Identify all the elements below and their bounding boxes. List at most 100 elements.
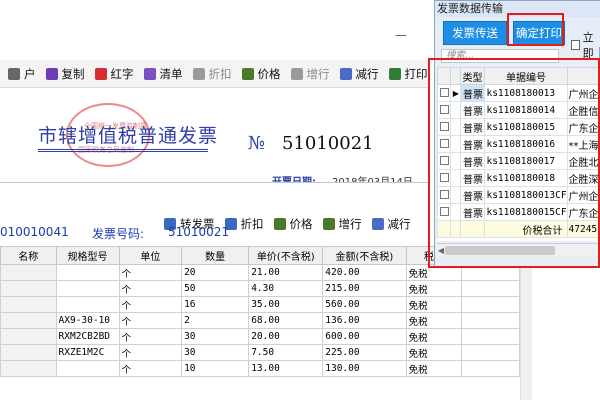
- table-cell: AX9-30-10: [55, 312, 120, 329]
- column-header[interactable]: 数量: [181, 246, 250, 265]
- table-cell: [0, 360, 57, 377]
- toolbar-item-label: 红字: [110, 66, 134, 81]
- toolbar-item-label: 减行: [387, 217, 411, 231]
- table-cell: [0, 264, 57, 281]
- table-cell: 560.00: [322, 296, 407, 313]
- send-invoice-button[interactable]: 发票传送: [443, 21, 507, 45]
- table-cell: [55, 360, 120, 377]
- table-cell: [461, 312, 520, 329]
- table-cell: 21.00: [248, 264, 324, 281]
- title-underline: [38, 149, 208, 152]
- price-icon: [273, 218, 286, 230]
- table-row[interactable]: 个 16 35.00 560.00 免税: [0, 296, 520, 313]
- toolbar-item-copy[interactable]: 复制: [42, 63, 89, 85]
- price-icon: [241, 67, 254, 80]
- invoice-title: 市辖增值税普通发票: [38, 125, 219, 147]
- toolbar-item-remove-row[interactable]: 减行: [336, 63, 383, 85]
- table-cell: 50: [181, 280, 250, 297]
- column-header[interactable]: 金额(不含税): [322, 246, 407, 265]
- invoice-code-value: 010010041: [0, 225, 69, 239]
- table-cell: 个: [118, 328, 183, 345]
- toolbar-item-label: 清单: [159, 66, 183, 81]
- table-cell: [461, 328, 520, 345]
- table-cell: [0, 296, 57, 313]
- table-cell: [0, 312, 57, 329]
- table-cell: 215.00: [322, 280, 407, 297]
- table-cell: [0, 344, 57, 361]
- table-cell: 30: [181, 344, 250, 361]
- table-cell: [0, 280, 57, 297]
- table-cell: 68.00: [248, 312, 324, 329]
- toolbar-item-label: 价格: [289, 217, 313, 231]
- immediate-checkbox[interactable]: 立即: [571, 29, 600, 61]
- table-cell: [55, 264, 120, 281]
- remove-row-icon: [371, 218, 384, 230]
- toolbar-item-label: 减行: [355, 66, 379, 81]
- table-cell: 30: [181, 328, 250, 345]
- table-cell: 225.00: [322, 344, 407, 361]
- table-cell: 13.00: [248, 360, 324, 377]
- table-cell: [461, 296, 520, 313]
- print-icon: [388, 67, 401, 80]
- discount-icon: [192, 67, 205, 80]
- table-row[interactable]: RXZE1M2C 个 30 7.50 225.00 免税: [0, 344, 520, 361]
- immediate-checkbox-label: 立即: [582, 31, 594, 60]
- toolbar-item-print[interactable]: 打印: [385, 63, 432, 85]
- table-cell: RXM2CB2BD: [55, 328, 120, 345]
- table-cell: 7.50: [248, 344, 324, 361]
- checkbox-box[interactable]: [571, 40, 580, 50]
- toolbar-item-person[interactable]: 户: [4, 63, 40, 85]
- table-cell: 免税: [405, 360, 463, 377]
- table-cell: [55, 280, 120, 297]
- table-row[interactable]: RXM2CB2BD 个 30 20.00 600.00 免税: [0, 328, 520, 345]
- list-icon: [143, 67, 156, 80]
- toolbar-item-label: 打印: [404, 66, 428, 81]
- person-icon: [8, 67, 20, 80]
- column-header[interactable]: 单价(不含税): [248, 246, 324, 265]
- toolbar-item-remove-row[interactable]: 减行: [368, 213, 415, 235]
- table-cell: 20: [181, 264, 250, 281]
- toolbar-item-price[interactable]: 价格: [270, 213, 317, 235]
- table-row[interactable]: AX9-30-10 个 2 68.00 136.00 免税: [0, 312, 520, 329]
- toolbar-item-label: 增行: [306, 66, 330, 81]
- copy-icon: [45, 67, 58, 80]
- table-row[interactable]: 个 50 4.30 215.00 免税: [0, 280, 520, 297]
- column-header[interactable]: 名称: [0, 246, 57, 265]
- table-cell: 136.00: [322, 312, 407, 329]
- table-cell: 免税: [405, 296, 463, 313]
- toolbar-item-discount[interactable]: 折扣: [189, 63, 236, 85]
- toolbar-item-label: 复制: [61, 66, 85, 81]
- table-row[interactable]: 个 10 13.00 130.00 免税: [0, 360, 520, 377]
- print-button-highlight: [507, 13, 564, 46]
- table-cell: 个: [118, 296, 183, 313]
- table-cell: [461, 280, 520, 297]
- table-cell: 420.00: [322, 264, 407, 281]
- toolbar-item-label: 户: [24, 66, 36, 81]
- window-minimize-icon[interactable]: —: [395, 28, 407, 42]
- column-header[interactable]: 单位: [118, 246, 183, 265]
- table-cell: 免税: [405, 312, 463, 329]
- window-top-strip: [0, 0, 420, 24]
- items-vertical-scrollbar[interactable]: [520, 264, 532, 400]
- table-cell: [0, 328, 57, 345]
- grid-highlight: [428, 58, 600, 268]
- table-cell: 16: [181, 296, 250, 313]
- table-cell: 600.00: [322, 328, 407, 345]
- table-cell: [461, 344, 520, 361]
- toolbar-item-list[interactable]: 清单: [140, 63, 187, 85]
- table-cell: 免税: [405, 344, 463, 361]
- toolbar-item-add-row[interactable]: 增行: [287, 63, 334, 85]
- toolbar-item-add-row[interactable]: 增行: [319, 213, 366, 235]
- toolbar-item-red-invoice[interactable]: 红字: [91, 63, 138, 85]
- table-cell: [55, 296, 120, 313]
- table-cell: 10: [181, 360, 250, 377]
- add-row-icon: [290, 67, 303, 80]
- table-cell: 个: [118, 264, 183, 281]
- table-cell: [461, 360, 520, 377]
- toolbar-item-price[interactable]: 价格: [238, 63, 285, 85]
- red-invoice-icon: [94, 67, 107, 80]
- toolbar-item-label: 价格: [257, 66, 281, 81]
- invoice-number-value: 51010021: [168, 225, 230, 239]
- column-header[interactable]: 规格型号: [55, 246, 120, 265]
- table-cell: RXZE1M2C: [55, 344, 120, 361]
